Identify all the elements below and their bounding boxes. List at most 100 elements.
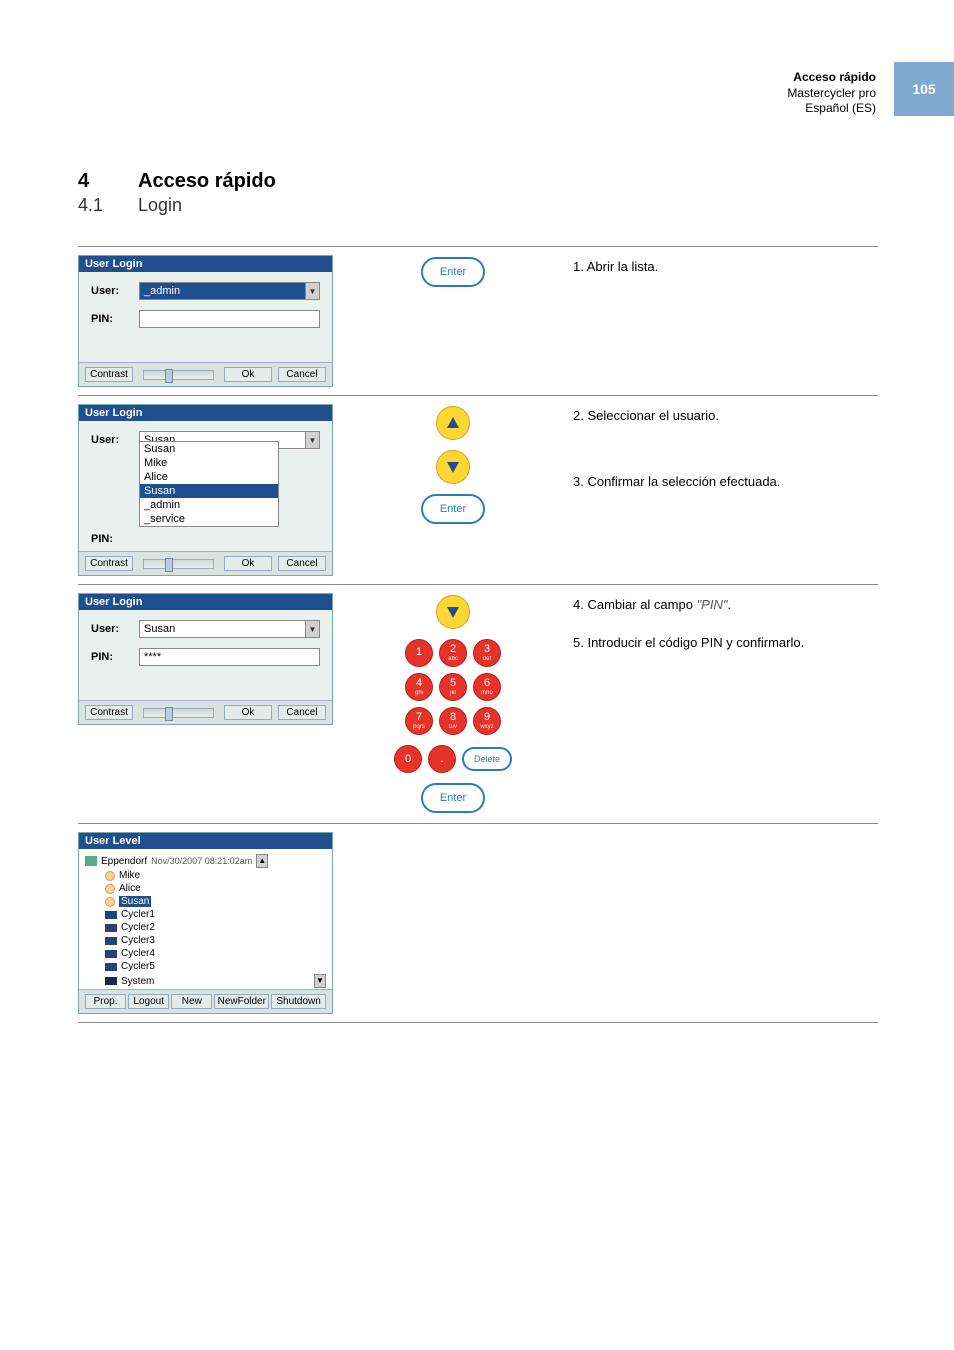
digit-8-key[interactable]: 8tuv (439, 707, 467, 735)
tree-cycler[interactable]: Cycler4 (121, 948, 155, 959)
scroll-up-icon[interactable]: ▲ (256, 854, 268, 868)
dialog-title: User Login (79, 405, 332, 421)
list-item[interactable]: _admin (140, 498, 278, 512)
digit-7-key[interactable]: 7pqrs (405, 707, 433, 735)
prop-button[interactable]: Prop. (85, 994, 126, 1009)
pin-label: PIN: (91, 651, 139, 663)
subsection-heading: 4.1Login (78, 195, 878, 216)
digit-0-key[interactable]: 0 (394, 745, 422, 773)
user-dropdown-list[interactable]: Susan Mike Alice Susan _admin _service (139, 441, 279, 527)
device-icon (105, 963, 117, 971)
tree-cycler[interactable]: Cycler5 (121, 961, 155, 972)
tree-user[interactable]: Alice (119, 883, 141, 894)
enter-key[interactable]: Enter (421, 257, 485, 287)
section-heading: 4Acceso rápido (78, 170, 878, 193)
user-dropdown[interactable]: Susan ▼ (139, 620, 320, 638)
tree-cycler[interactable]: Cycler3 (121, 935, 155, 946)
chevron-down-icon[interactable]: ▼ (305, 432, 319, 448)
digit-6-key[interactable]: 6mno (473, 673, 501, 701)
list-item-selected[interactable]: Susan (140, 484, 278, 498)
ok-button[interactable]: Ok (224, 556, 272, 571)
cancel-button[interactable]: Cancel (278, 367, 326, 382)
contrast-button[interactable]: Contrast (85, 705, 133, 720)
pin-value: **** (144, 651, 161, 663)
login-dialog-1: User Login User: _admin ▼ PIN: (78, 255, 333, 387)
tree-user[interactable]: Mike (119, 870, 140, 881)
page-header: Acceso rápido Mastercycler pro Español (… (787, 62, 954, 117)
tree-system[interactable]: System (121, 976, 154, 987)
login-dialog-2: User Login User: Susan ▼ Susan Mike (78, 404, 333, 576)
user-icon (105, 897, 115, 907)
cancel-button[interactable]: Cancel (278, 556, 326, 571)
step-1-text: 1. Abrir la lista. (573, 257, 878, 277)
step-3-text: 3. Confirmar la selección efectuada. (573, 472, 878, 492)
chevron-down-icon[interactable]: ▼ (305, 621, 319, 637)
user-label: User: (91, 434, 139, 446)
step-row-3: User Login User: Susan ▼ PIN: (78, 589, 878, 819)
page-number-box: 105 (894, 62, 954, 116)
arrow-down-key[interactable] (436, 595, 470, 629)
tree-cycler[interactable]: Cycler1 (121, 909, 155, 920)
shutdown-button[interactable]: Shutdown (271, 994, 326, 1009)
contrast-slider[interactable] (143, 708, 214, 718)
contrast-button[interactable]: Contrast (85, 367, 133, 382)
user-dropdown[interactable]: _admin ▼ (139, 282, 320, 300)
device-icon (105, 950, 117, 958)
newfolder-button[interactable]: NewFolder (214, 994, 269, 1009)
list-item[interactable]: Alice (140, 470, 278, 484)
user-dropdown-value: _admin (144, 285, 180, 297)
tree-cycler[interactable]: Cycler2 (121, 922, 155, 933)
new-button[interactable]: New (171, 994, 212, 1009)
contrast-slider[interactable] (143, 559, 214, 569)
step-row-2: User Login User: Susan ▼ Susan Mike (78, 400, 878, 580)
list-item[interactable]: Susan (140, 442, 278, 456)
ok-button[interactable]: Ok (224, 705, 272, 720)
arrow-up-key[interactable] (436, 406, 470, 440)
digit-9-key[interactable]: 9wxyz (473, 707, 501, 735)
steps-table: User Login User: _admin ▼ PIN: (78, 246, 878, 1023)
list-item[interactable]: Mike (140, 456, 278, 470)
device-icon (105, 924, 117, 932)
ok-button[interactable]: Ok (224, 367, 272, 382)
list-item[interactable]: _service (140, 512, 278, 526)
tree-user-selected[interactable]: Susan (119, 896, 151, 907)
system-icon (105, 977, 117, 985)
step-2-text: 2. Seleccionar el usuario. (573, 406, 878, 426)
digit-5-key[interactable]: 5jkl (439, 673, 467, 701)
step-row-1: User Login User: _admin ▼ PIN: (78, 251, 878, 391)
tree-view: Eppendorf Nov/30/2007 08:21:02am ▲ Mike … (79, 849, 332, 989)
step-4-text: 4. Cambiar al campo "PIN". (573, 595, 878, 615)
logout-button[interactable]: Logout (128, 994, 169, 1009)
header-product: Mastercycler pro (787, 86, 876, 102)
digit-4-key[interactable]: 4ghi (405, 673, 433, 701)
enter-key[interactable]: Enter (421, 783, 485, 813)
pin-input[interactable]: **** (139, 648, 320, 666)
pin-input[interactable] (139, 310, 320, 328)
device-icon (105, 911, 117, 919)
dot-key[interactable]: . (428, 745, 456, 773)
section-title-text: Acceso rápido (138, 170, 276, 192)
header-text: Acceso rápido Mastercycler pro Español (… (787, 62, 894, 117)
cancel-button[interactable]: Cancel (278, 705, 326, 720)
user-icon (105, 871, 115, 881)
digit-2-key[interactable]: 2abc (439, 639, 467, 667)
header-lang: Español (ES) (787, 101, 876, 117)
enter-key[interactable]: Enter (421, 494, 485, 524)
contrast-slider[interactable] (143, 370, 214, 380)
timestamp: Nov/30/2007 08:21:02am (151, 856, 252, 866)
dialog-title: User Login (79, 256, 332, 272)
delete-key[interactable]: Delete (462, 747, 512, 771)
user-level-dialog: User Level Eppendorf Nov/30/2007 08:21:0… (78, 832, 333, 1014)
tree-root-label: Eppendorf (101, 856, 147, 867)
scroll-down-icon[interactable]: ▼ (314, 974, 326, 988)
pin-label: PIN: (91, 533, 139, 545)
chevron-down-icon[interactable]: ▼ (305, 283, 319, 299)
contrast-button[interactable]: Contrast (85, 556, 133, 571)
digit-1-key[interactable]: 1 (405, 639, 433, 667)
step-5-text: 5. Introducir el código PIN y confirmarl… (573, 633, 878, 653)
numeric-keypad: 1 2abc 3def 4ghi 5jkl 6mno 7pqrs 8tuv 9w… (405, 639, 501, 735)
digit-3-key[interactable]: 3def (473, 639, 501, 667)
subsection-number: 4.1 (78, 195, 138, 216)
arrow-down-key[interactable] (436, 450, 470, 484)
section-number: 4 (78, 170, 138, 193)
